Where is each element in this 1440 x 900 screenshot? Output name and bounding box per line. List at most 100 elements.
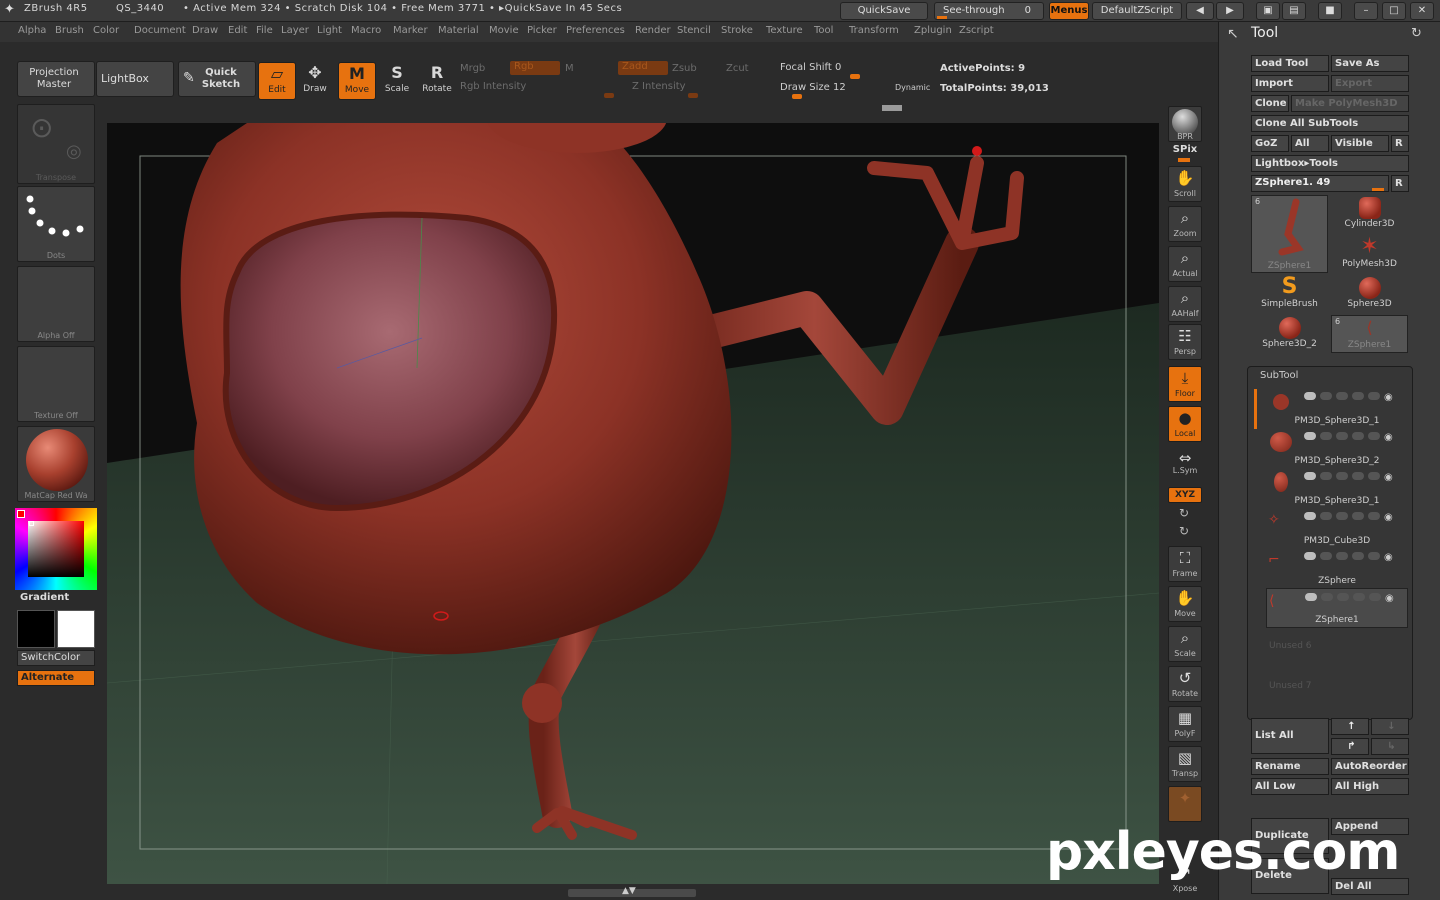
projection-master-button[interactable]: Projection Master xyxy=(17,61,95,97)
lsym-button[interactable]: ⇔ L.Sym xyxy=(1168,450,1202,480)
tool-thumb-zsphere1-b[interactable]: 6 ⟨ ZSphere1 xyxy=(1331,315,1408,353)
secondary-color-swatch[interactable] xyxy=(57,610,95,648)
visibility-eye-icon[interactable]: ◉ xyxy=(1384,432,1393,443)
subtool-item[interactable]: ⌐ ◉ ZSphere xyxy=(1266,548,1408,588)
alternate-button[interactable]: Alternate xyxy=(17,670,95,686)
gradient-label[interactable]: Gradient xyxy=(20,592,69,603)
menu-zscript[interactable]: Zscript xyxy=(959,25,994,36)
all-low-button[interactable]: All Low xyxy=(1251,778,1329,795)
autoreorder-button[interactable]: AutoReorder xyxy=(1331,758,1409,775)
frame-button[interactable]: ⛶ Frame xyxy=(1168,546,1202,582)
lightbox-tools-button[interactable]: Lightbox▸Tools xyxy=(1251,155,1409,172)
menu-zplugin[interactable]: Zplugin xyxy=(914,25,952,36)
z-intensity-slider[interactable]: Z Intensity xyxy=(632,79,772,98)
move-down-button[interactable]: ↓ xyxy=(1371,718,1409,735)
rgb-intensity-slider[interactable]: Rgb Intensity xyxy=(460,79,614,98)
transp-button[interactable]: ▧ Transp xyxy=(1168,746,1202,782)
rename-button[interactable]: Rename xyxy=(1251,758,1329,775)
layout-1-icon[interactable]: ▣ xyxy=(1256,2,1280,20)
subtool-toggles[interactable]: ◉ xyxy=(1304,432,1404,444)
menu-document[interactable]: Document xyxy=(134,25,186,36)
visibility-eye-icon[interactable]: ◉ xyxy=(1385,593,1394,604)
tool-thumb-zsphere1[interactable]: 6 ZSphere1 xyxy=(1251,195,1328,273)
scroll-button[interactable]: ✋ Scroll xyxy=(1168,166,1202,202)
zadd-button[interactable]: Zadd xyxy=(618,61,668,75)
subtool-toggles[interactable]: ◉ xyxy=(1304,512,1404,524)
rotate-button[interactable]: R Rotate xyxy=(418,62,456,100)
subtool-toggles[interactable]: ◉ xyxy=(1304,552,1404,564)
menu-macro[interactable]: Macro xyxy=(351,25,381,36)
stroke-dots-tile[interactable]: Dots xyxy=(17,186,95,262)
shelf-scroll-handle[interactable] xyxy=(882,105,902,111)
all-high-button[interactable]: All High xyxy=(1331,778,1409,795)
goz-r-button[interactable]: R xyxy=(1391,135,1409,152)
menu-color[interactable]: Color xyxy=(93,25,119,36)
aahalf-button[interactable]: ⌕ AAHalf xyxy=(1168,286,1202,322)
subtool-item[interactable]: ✧ ◉ PM3D_Cube3D xyxy=(1266,508,1408,548)
goz-visible-button[interactable]: Visible xyxy=(1331,135,1389,152)
subtool-toggles[interactable]: ◉ xyxy=(1305,593,1405,605)
subtool-item[interactable]: ◉ PM3D_Sphere3D_1 xyxy=(1266,468,1408,508)
menu-tool[interactable]: Tool xyxy=(814,25,833,36)
seethrough-slider[interactable]: See-through 0 xyxy=(934,2,1044,20)
rgb-button[interactable]: Rgb xyxy=(510,61,560,75)
zcut-button[interactable]: Zcut xyxy=(726,63,749,74)
rotate-y-icon[interactable]: ↻ xyxy=(1179,506,1189,520)
scale-view-button[interactable]: ⌕ Scale xyxy=(1168,626,1202,662)
floor-button[interactable]: ⤓ Floor xyxy=(1168,366,1202,402)
clone-all-subtools-button[interactable]: Clone All SubTools xyxy=(1251,115,1409,132)
move-button[interactable]: M Move xyxy=(338,62,376,100)
clone-button[interactable]: Clone xyxy=(1251,95,1289,112)
tool-thumb-polymesh3d[interactable]: ✶ PolyMesh3D xyxy=(1331,235,1408,273)
import-button[interactable]: Import xyxy=(1251,75,1329,92)
tool-thumb-sphere3d-2[interactable]: Sphere3D_2 xyxy=(1251,315,1328,353)
list-all-button[interactable]: List All xyxy=(1251,718,1329,754)
transpose-tile[interactable]: ⊙ ◎ Transpose xyxy=(17,104,95,184)
focal-shift-slider[interactable]: Focal Shift 0 xyxy=(780,60,928,79)
rotate-z-icon[interactable]: ↻ xyxy=(1179,524,1189,538)
tray-left-icon[interactable]: ◀ xyxy=(1186,2,1214,20)
bpr-button[interactable]: BPR xyxy=(1168,106,1202,142)
subtool-item-selected[interactable]: ⟨ ◉ ZSphere1 xyxy=(1266,588,1408,628)
move-right-button[interactable]: ↱ xyxy=(1331,738,1369,755)
maximize-icon[interactable]: □ xyxy=(1382,2,1406,20)
goz-button[interactable]: GoZ xyxy=(1251,135,1289,152)
move-view-button[interactable]: ✋ Move xyxy=(1168,586,1202,622)
subtool-toggles[interactable]: ◉ xyxy=(1304,472,1404,484)
subtool-toggles[interactable]: ◉ xyxy=(1304,392,1404,404)
main-color-swatch[interactable] xyxy=(17,610,55,648)
ghost-button[interactable]: ✦ xyxy=(1168,786,1202,822)
color-picker[interactable] xyxy=(15,508,97,590)
subtool-item[interactable]: ◉ PM3D_Sphere3D_1 xyxy=(1266,388,1408,428)
visibility-eye-icon[interactable]: ◉ xyxy=(1384,552,1393,563)
tool-palette-title[interactable]: Tool xyxy=(1251,25,1278,41)
menu-picker[interactable]: Picker xyxy=(527,25,557,36)
local-button[interactable]: ● Local xyxy=(1168,406,1202,442)
menu-texture[interactable]: Texture xyxy=(766,25,803,36)
polyf-button[interactable]: ▦ PolyF xyxy=(1168,706,1202,742)
current-tool-slider[interactable]: ZSphere1. 49 xyxy=(1251,175,1389,192)
menus-button[interactable]: Menus xyxy=(1049,2,1089,20)
menu-alpha[interactable]: Alpha xyxy=(18,25,46,36)
minimize-icon[interactable]: – xyxy=(1354,2,1378,20)
scale-button[interactable]: S Scale xyxy=(378,62,416,100)
actual-button[interactable]: ⌕ Actual xyxy=(1168,246,1202,282)
texture-tile[interactable]: Texture Off xyxy=(17,346,95,422)
persp-button[interactable]: ☷ Persp xyxy=(1168,324,1202,360)
menu-marker[interactable]: Marker xyxy=(393,25,428,36)
menu-transform[interactable]: Transform xyxy=(849,25,899,36)
lock-icon[interactable]: ■ xyxy=(1318,2,1342,20)
menu-movie[interactable]: Movie xyxy=(489,25,519,36)
canvas-viewport[interactable] xyxy=(107,123,1159,884)
tray-right-icon[interactable]: ▶ xyxy=(1216,2,1244,20)
bottom-shelf-handle[interactable]: ▲▼ xyxy=(568,886,696,897)
mrgb-button[interactable]: Mrgb xyxy=(460,63,485,74)
tool-thumb-sphere3d[interactable]: Sphere3D xyxy=(1331,275,1408,313)
menu-light[interactable]: Light xyxy=(317,25,342,36)
visibility-eye-icon[interactable]: ◉ xyxy=(1384,512,1393,523)
export-button[interactable]: Export xyxy=(1331,75,1409,92)
menu-material[interactable]: Material xyxy=(438,25,479,36)
visibility-eye-icon[interactable]: ◉ xyxy=(1384,392,1393,403)
material-tile[interactable]: MatCap Red Wa xyxy=(17,426,95,502)
goz-all-button[interactable]: All xyxy=(1291,135,1329,152)
